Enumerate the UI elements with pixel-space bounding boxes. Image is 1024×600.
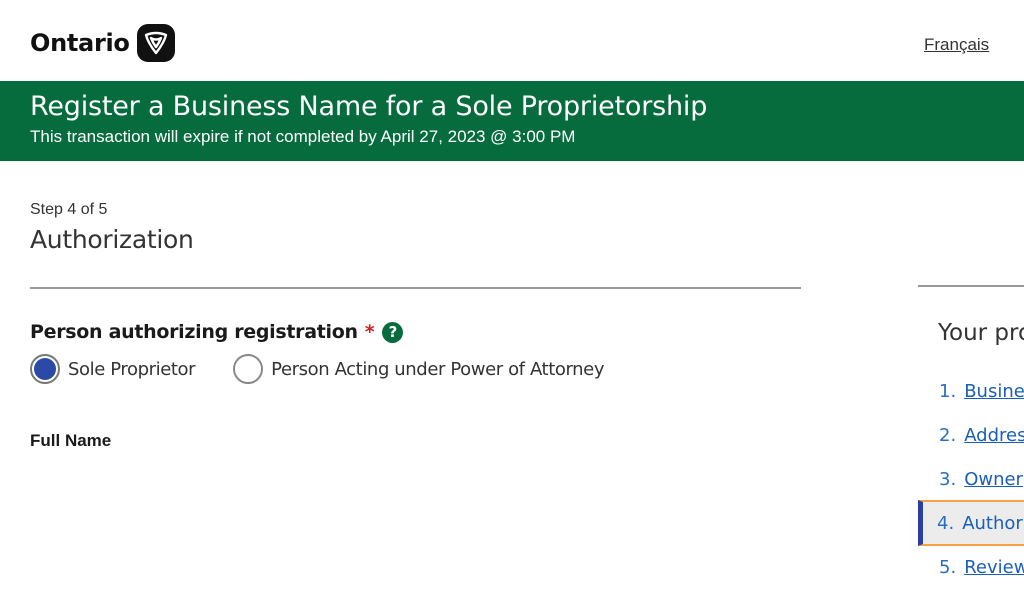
page-title: Register a Business Name for a Sole Prop… — [30, 91, 708, 122]
step-indicator: Step 4 of 5 — [30, 201, 108, 218]
progress-item-label: Authorization — [962, 512, 1024, 534]
language-toggle-link[interactable]: Français — [924, 35, 989, 55]
section-divider — [30, 287, 801, 289]
expiry-notice: This transaction will expire if not comp… — [30, 127, 576, 146]
progress-item-authorization-current: 4. Authorization — [918, 500, 1024, 546]
authorizer-radio-group: Sole Proprietor Person Acting under Powe… — [30, 354, 604, 384]
progress-item-owner[interactable]: 3. Owner — [918, 457, 1024, 501]
radio-label: Sole Proprietor — [68, 358, 196, 380]
full-name-label: Full Name — [30, 431, 112, 450]
progress-item-number: 4. — [937, 512, 955, 534]
progress-item-address[interactable]: 2. Address — [918, 413, 1024, 457]
step-title: Authorization — [30, 225, 194, 254]
radio-sole-proprietor[interactable]: Sole Proprietor — [30, 354, 196, 384]
progress-item-review[interactable]: 5. Review — [918, 545, 1024, 589]
radio-button-checked[interactable] — [30, 354, 60, 384]
progress-item-link[interactable]: Address — [964, 425, 1024, 446]
sidebar-divider — [918, 285, 1024, 287]
progress-item-number: 3. — [939, 468, 957, 490]
trillium-icon — [136, 24, 175, 62]
progress-item-number: 5. — [939, 556, 957, 578]
radio-power-of-attorney[interactable]: Person Acting under Power of Attorney — [233, 354, 604, 384]
progress-title: Your progress — [938, 320, 1024, 346]
question-circle-icon[interactable]: ? — [382, 321, 404, 343]
authorizer-field-label: Person authorizing registration * ? — [30, 321, 404, 343]
required-marker: * — [364, 321, 375, 343]
site-header: Ontario Français — [0, 0, 1024, 81]
radio-button-unchecked[interactable] — [233, 354, 264, 384]
radio-label: Person Acting under Power of Attorney — [271, 358, 605, 380]
progress-item-business[interactable]: 1. Business — [918, 369, 1024, 413]
ontario-logo[interactable]: Ontario — [30, 24, 175, 62]
progress-list: 1. Business 2. Address 3. Owner 4. Autho… — [918, 369, 1024, 589]
progress-item-number: 1. — [939, 380, 957, 402]
radio-dot — [34, 358, 56, 380]
page-banner: Register a Business Name for a Sole Prop… — [0, 81, 1024, 161]
progress-item-number: 2. — [939, 424, 957, 446]
progress-item-link[interactable]: Business — [964, 381, 1024, 402]
progress-item-link[interactable]: Review — [964, 557, 1024, 578]
logo-text: Ontario — [30, 29, 130, 57]
progress-item-link[interactable]: Owner — [964, 469, 1023, 490]
authorizer-label-text: Person authorizing registration — [30, 321, 358, 343]
